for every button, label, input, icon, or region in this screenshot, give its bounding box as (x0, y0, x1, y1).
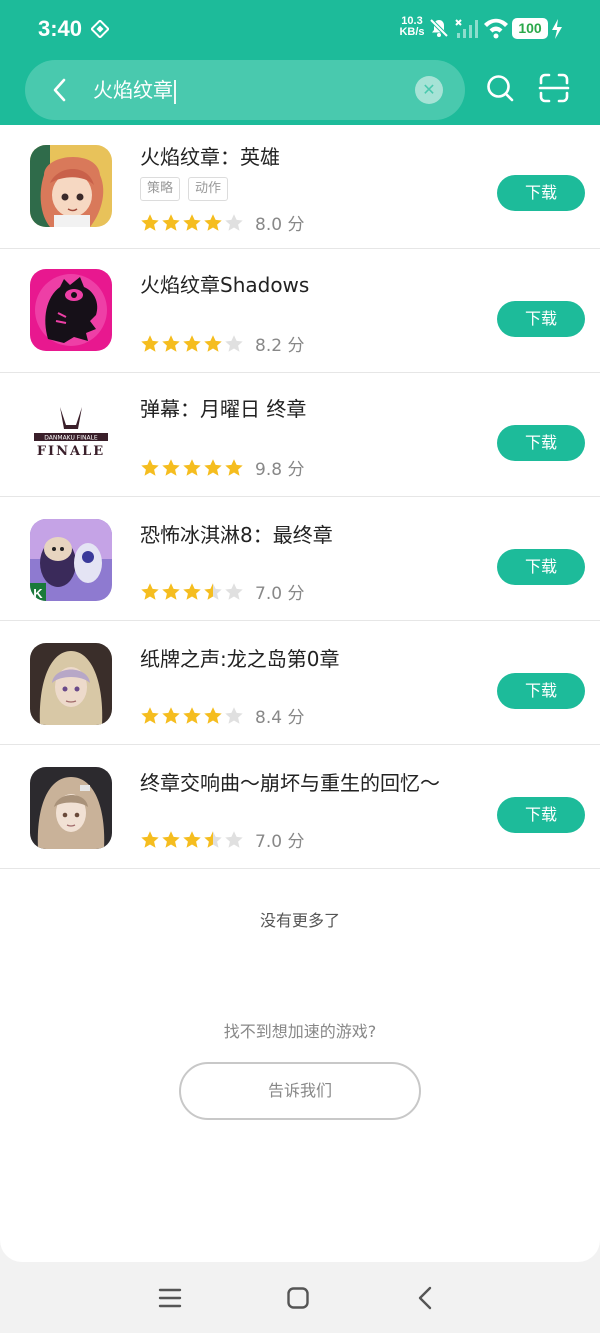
star-icon (162, 830, 180, 848)
app-icon[interactable] (30, 145, 112, 227)
star-icon (183, 706, 201, 724)
star-icon (183, 213, 201, 231)
search-results: 火焰纹章：英雄 策略 动作 8.0 分 下载 火焰纹章Shadows 8.2 分 … (0, 125, 600, 1262)
svg-text:FINALE: FINALE (37, 444, 105, 459)
menu-icon[interactable] (158, 1286, 182, 1310)
search-icon[interactable] (484, 72, 516, 104)
tag: 动作 (188, 177, 229, 201)
download-button[interactable]: 下载 (497, 425, 585, 461)
download-button[interactable]: 下载 (497, 673, 585, 709)
text-cursor (174, 79, 176, 104)
star-icon (204, 830, 222, 848)
result-item[interactable]: DANMAKU FINALE FINALE 弹幕：月曜日 终章 9.8 分 下载 (0, 373, 600, 497)
rating: 7.0 分 (140, 579, 304, 604)
download-button[interactable]: 下载 (497, 301, 585, 337)
star-icon (204, 458, 222, 476)
star-icon (162, 582, 180, 600)
system-nav-bar (0, 1262, 600, 1333)
star-icon (162, 213, 180, 231)
net-speed: 10.3 KB/s (399, 15, 425, 38)
app-name: 恐怖冰淇淋8：最终章 (140, 523, 333, 547)
app-icon[interactable]: K (30, 519, 112, 601)
star-icon (141, 213, 159, 231)
rating-score: 7.0 分 (255, 584, 305, 604)
bell-muted-icon (429, 18, 449, 38)
rating: 7.0 分 (140, 827, 304, 852)
search-input[interactable]: 火焰纹章 (93, 76, 176, 104)
charging-icon (552, 19, 562, 39)
rating-score: 8.4 分 (255, 708, 305, 728)
rating: 8.2 分 (140, 331, 304, 356)
svg-text:K: K (33, 586, 43, 601)
battery-indicator: 100 (512, 18, 548, 39)
download-button[interactable]: 下载 (497, 549, 585, 585)
result-item[interactable]: 纸牌之声:龙之岛第0章 8.4 分 下载 (0, 621, 600, 745)
rating-score: 8.2 分 (255, 336, 305, 356)
star-icon (141, 458, 159, 476)
status-bar: 3:40 10.3 KB/s 100 (0, 0, 600, 58)
star-icon (204, 334, 222, 352)
app-name: 弹幕：月曜日 终章 (140, 397, 307, 421)
app-name: 终章交响曲～崩坏与重生的回忆～ (140, 771, 440, 795)
app-name: 火焰纹章Shadows (140, 273, 310, 297)
star-icon (225, 334, 243, 352)
header: 3:40 10.3 KB/s 100 火焰纹章 ✕ (0, 0, 600, 125)
svg-text:DANMAKU FINALE: DANMAKU FINALE (44, 435, 98, 442)
star-icon (225, 458, 243, 476)
home-icon[interactable] (286, 1286, 310, 1310)
star-icon (141, 334, 159, 352)
back-icon[interactable] (414, 1286, 438, 1310)
back-arrow-icon[interactable] (47, 76, 75, 104)
star-icon (162, 458, 180, 476)
star-icon (204, 706, 222, 724)
star-icon (141, 582, 159, 600)
app-icon[interactable]: DANMAKU FINALE FINALE (30, 395, 112, 477)
app-name: 火焰纹章：英雄 (140, 145, 280, 169)
star-icon (225, 706, 243, 724)
star-icon (225, 830, 243, 848)
scan-icon[interactable] (538, 72, 570, 104)
cant-find-text: 找不到想加速的游戏? (223, 1022, 377, 1041)
app-name: 纸牌之声:龙之岛第0章 (140, 647, 340, 671)
rating-score: 8.0 分 (255, 215, 305, 235)
result-item[interactable]: 终章交响曲～崩坏与重生的回忆～ 7.0 分 下载 (0, 745, 600, 869)
search-bar[interactable]: 火焰纹章 ✕ (25, 60, 465, 120)
star-icon (225, 213, 243, 231)
app-icon[interactable] (30, 269, 112, 351)
clear-search-icon[interactable]: ✕ (415, 76, 443, 104)
star-icon (204, 213, 222, 231)
tag-list: 策略 动作 (140, 177, 236, 201)
wifi-icon (484, 18, 508, 39)
star-icon (162, 706, 180, 724)
cellular-signal-icon (455, 19, 478, 38)
star-icon (183, 582, 201, 600)
star-icon (162, 334, 180, 352)
download-button[interactable]: 下载 (497, 797, 585, 833)
rating-score: 9.8 分 (255, 460, 305, 480)
star-icon (204, 582, 222, 600)
rating-score: 7.0 分 (255, 832, 305, 852)
no-more-text: 没有更多了 (259, 911, 340, 930)
tag: 策略 (140, 177, 181, 201)
rating: 8.0 分 (140, 210, 304, 235)
app-icon[interactable] (30, 767, 112, 849)
result-item[interactable]: 火焰纹章：英雄 策略 动作 8.0 分 下载 (0, 125, 600, 249)
result-item[interactable]: 火焰纹章Shadows 8.2 分 下载 (0, 249, 600, 373)
download-button[interactable]: 下载 (497, 175, 585, 211)
star-icon (183, 830, 201, 848)
star-icon (183, 334, 201, 352)
result-item[interactable]: K 恐怖冰淇淋8：最终章 7.0 分 下载 (0, 497, 600, 621)
rating: 9.8 分 (140, 455, 304, 480)
star-icon (183, 458, 201, 476)
app-notification-icon (91, 20, 109, 38)
star-icon (141, 706, 159, 724)
star-icon (141, 830, 159, 848)
app-icon[interactable] (30, 643, 112, 725)
star-icon (225, 582, 243, 600)
status-time: 3:40 (38, 16, 83, 41)
tell-us-button[interactable]: 告诉我们 (179, 1062, 421, 1120)
rating: 8.4 分 (140, 703, 304, 728)
